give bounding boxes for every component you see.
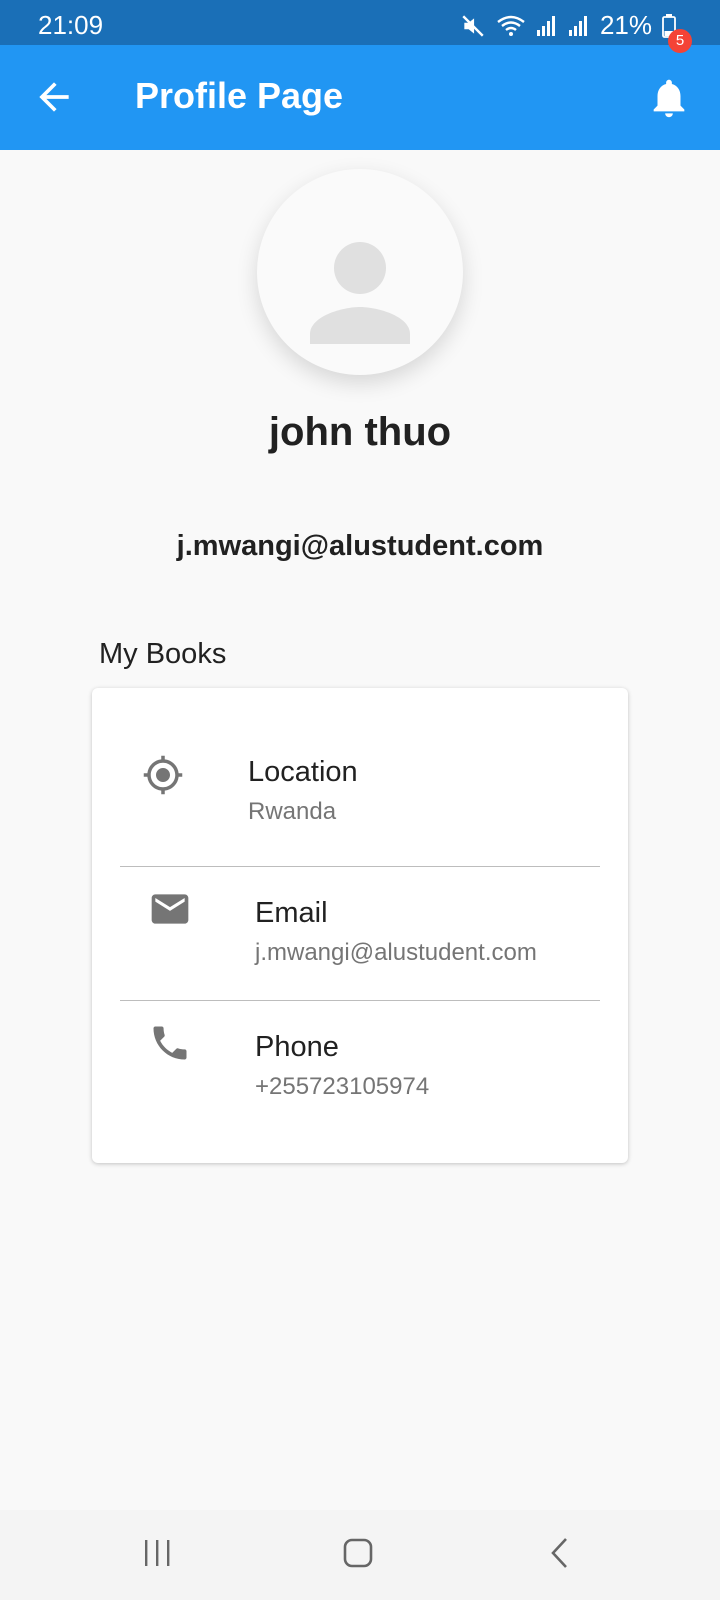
phone-label: Phone (255, 1031, 339, 1063)
profile-name: john thuo (268, 410, 452, 454)
email-value: j.mwangi@alustudent.com (255, 939, 537, 966)
phone-value: +255723105974 (255, 1073, 430, 1100)
nav-back-button[interactable] (535, 1532, 585, 1578)
app-bar: Profile Page (0, 45, 720, 150)
home-icon (342, 1537, 374, 1574)
profile-email: j.mwangi@alustudent.com (176, 530, 544, 562)
notifications-button[interactable] (646, 73, 692, 123)
location-target-icon (142, 754, 184, 801)
wifi-icon (496, 13, 526, 39)
page-title: Profile Page (135, 75, 344, 116)
home-button[interactable] (333, 1532, 383, 1578)
mute-icon (460, 13, 486, 39)
phone-row[interactable]: Phone +255723105974 (92, 1001, 628, 1163)
location-row[interactable]: Location Rwanda (92, 688, 628, 866)
signal-icon (536, 14, 558, 38)
status-icons: 21% (460, 10, 676, 41)
battery-percent: 21% (599, 10, 652, 40)
location-label: Location (248, 756, 358, 788)
notification-badge: 5 (668, 29, 692, 53)
signal-icon (568, 14, 590, 38)
system-nav-bar (0, 1510, 720, 1600)
email-row[interactable]: Email j.mwangi@alustudent.com (92, 867, 628, 999)
status-bar: 21:09 21% (0, 0, 720, 45)
arrow-back-icon (32, 82, 76, 123)
phone-icon (148, 1021, 192, 1070)
back-button[interactable] (32, 75, 76, 119)
person-icon (308, 192, 412, 353)
location-value: Rwanda (248, 798, 337, 825)
back-icon (548, 1536, 572, 1575)
recent-apps-icon (141, 1538, 173, 1573)
email-label: Email (255, 897, 328, 929)
recent-apps-button[interactable] (132, 1532, 182, 1578)
avatar (257, 169, 463, 375)
status-time: 21:09 (38, 10, 104, 40)
details-card: Location Rwanda Email j.mwangi@alustuden… (92, 688, 628, 1163)
email-icon (148, 887, 192, 936)
section-title: My Books (99, 638, 227, 670)
bell-icon (646, 79, 692, 127)
